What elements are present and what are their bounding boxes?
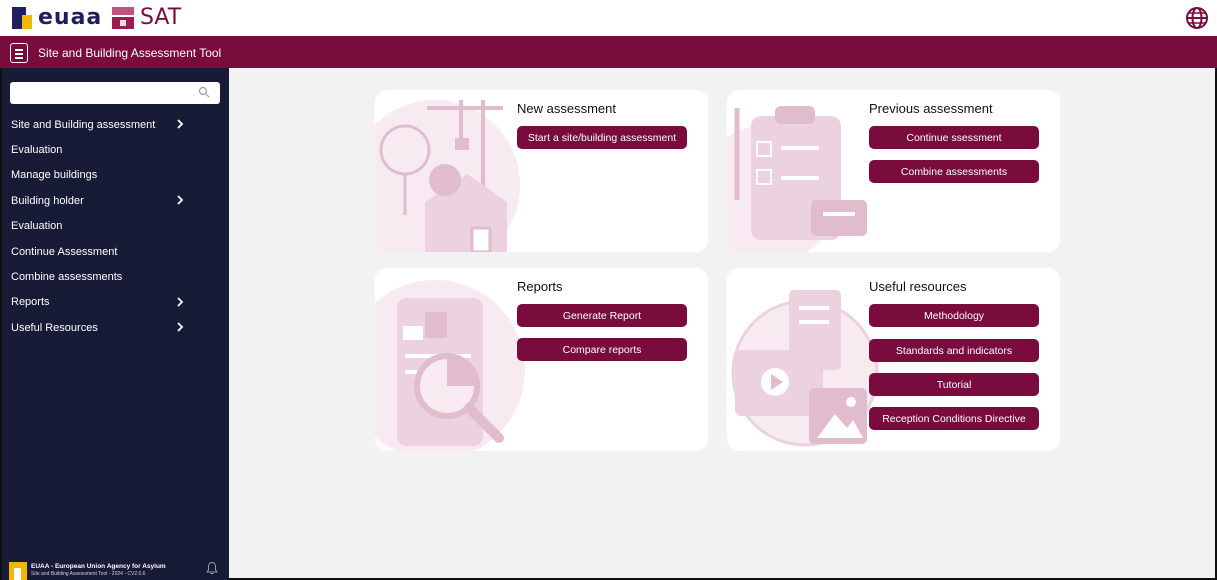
sidebar-item-label: Continue Assessment	[11, 245, 118, 258]
card-title-new-assessment: New assessment	[517, 101, 616, 116]
sidebar-item-evaluation-2[interactable]: Evaluation	[2, 214, 229, 239]
chevron-right-icon	[177, 322, 184, 332]
sidebar-item-site-and-building-assessment[interactable]: Site and Building assessment	[2, 112, 229, 137]
search-field[interactable]	[10, 82, 190, 104]
sidebar-item-label: Evaluation	[11, 144, 63, 157]
sidebar-item-label: Site and Building assessment	[11, 118, 156, 131]
sidebar-item-label: Combine assessments	[11, 271, 123, 284]
euaa-logo-text: euaa	[38, 4, 103, 30]
sidebar-item-label: Evaluation	[11, 220, 63, 233]
card-reports: Reports Generate Report Compare reports	[375, 268, 708, 451]
continue-assessment-button[interactable]: Continue ssessment	[869, 126, 1039, 149]
footer-version: Site and Building Assessment Tool - 2024…	[31, 571, 146, 577]
sidebar-item-useful-resources[interactable]: Useful Resources	[2, 315, 229, 340]
card-previous-assessment: Previous assessment Continue ssessment C…	[727, 90, 1060, 252]
euaa-footer-logo-icon	[9, 562, 27, 580]
card-new-assessment: New assessment Start a site/building ass…	[375, 90, 708, 252]
chevron-right-icon	[177, 195, 184, 205]
sidebar-item-combine-assessments[interactable]: Combine assessments	[2, 264, 229, 289]
top-bar: euaa SAT	[0, 0, 1217, 38]
tutorial-button[interactable]: Tutorial	[869, 373, 1039, 396]
reception-conditions-directive-button[interactable]: Reception Conditions Directive	[869, 407, 1039, 430]
generate-report-button[interactable]: Generate Report	[517, 304, 687, 327]
sat-logo[interactable]: SAT	[112, 2, 181, 32]
start-assessment-button[interactable]: Start a site/building assessment	[517, 126, 687, 149]
card-useful-resources: Useful resources Methodology Standards a…	[727, 268, 1060, 451]
card-title-useful-resources: Useful resources	[869, 279, 967, 294]
sidebar-item-manage-buildings[interactable]: Manage buildings	[2, 163, 229, 188]
app-title-bar: Site and Building Assessment Tool	[0, 38, 1217, 68]
sidebar-item-reports[interactable]: Reports	[2, 290, 229, 315]
sidebar-nav: Site and Building assessment Evaluation …	[2, 112, 229, 341]
sidebar-item-continue-assessment[interactable]: Continue Assessment	[2, 239, 229, 264]
app-title: Site and Building Assessment Tool	[38, 46, 222, 60]
sidebar-item-evaluation[interactable]: Evaluation	[2, 137, 229, 162]
card-title-reports: Reports	[517, 279, 563, 294]
sidebar-footer: EUAA - European Union Agency for Asylum …	[9, 558, 224, 580]
sidebar-item-label: Useful Resources	[11, 321, 98, 334]
compare-reports-button[interactable]: Compare reports	[517, 338, 687, 361]
chevron-right-icon	[177, 297, 184, 307]
standards-and-indicators-button[interactable]: Standards and indicators	[869, 339, 1039, 362]
card-title-previous-assessment: Previous assessment	[869, 101, 993, 116]
sidebar: Site and Building assessment Evaluation …	[2, 68, 229, 580]
sidebar-item-building-holder[interactable]: Building holder	[2, 188, 229, 213]
bell-icon[interactable]	[206, 561, 218, 575]
euaa-logo-mark-icon	[12, 5, 32, 29]
euaa-logo[interactable]: euaa	[12, 2, 102, 32]
sat-logo-mark-icon	[112, 5, 134, 29]
footer-org-name: EUAA - European Union Agency for Asylum	[31, 563, 166, 570]
hamburger-menu-icon[interactable]	[10, 43, 28, 63]
globe-icon[interactable]	[1185, 6, 1209, 30]
search-icon[interactable]	[198, 86, 210, 98]
sat-logo-text: SAT	[140, 4, 182, 30]
sidebar-item-label: Reports	[11, 296, 50, 309]
methodology-button[interactable]: Methodology	[869, 304, 1039, 327]
sidebar-item-label: Building holder	[11, 194, 84, 207]
chevron-right-icon	[177, 119, 184, 129]
sidebar-item-label: Manage buildings	[11, 169, 98, 182]
search-input[interactable]	[10, 82, 220, 104]
combine-assessments-button[interactable]: Combine assessments	[869, 160, 1039, 183]
